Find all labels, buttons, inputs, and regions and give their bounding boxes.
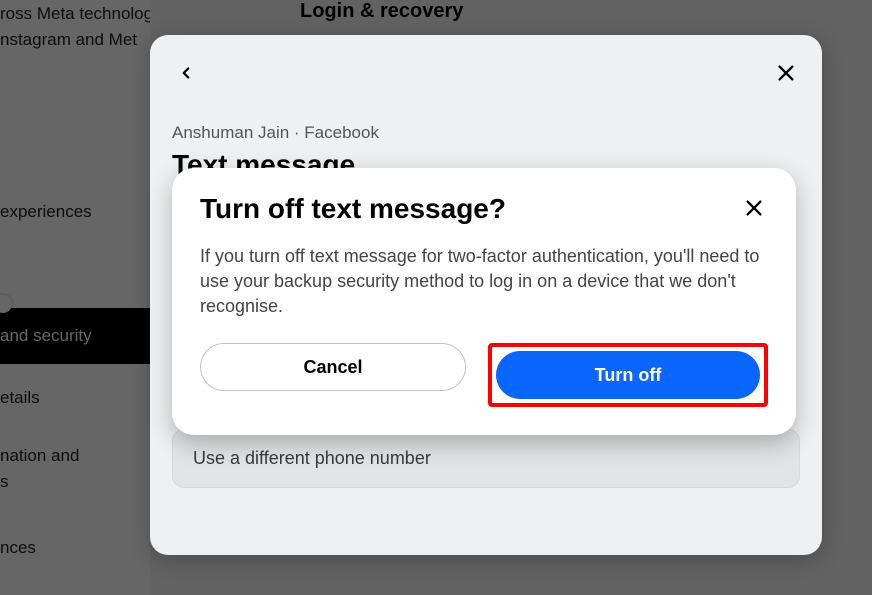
dialog-title: Turn off text message?: [200, 192, 506, 226]
dialog-body-text: If you turn off text message for two-fac…: [200, 244, 760, 320]
turn-off-button[interactable]: Turn off: [496, 351, 760, 399]
turn-off-highlight: Turn off: [488, 343, 768, 407]
dialog-actions: Cancel Turn off: [200, 343, 768, 407]
close-icon: [743, 197, 765, 219]
confirm-dialog: Turn off text message? If you turn off t…: [172, 168, 796, 435]
cancel-button[interactable]: Cancel: [200, 343, 466, 391]
dialog-close-button[interactable]: [740, 194, 768, 222]
